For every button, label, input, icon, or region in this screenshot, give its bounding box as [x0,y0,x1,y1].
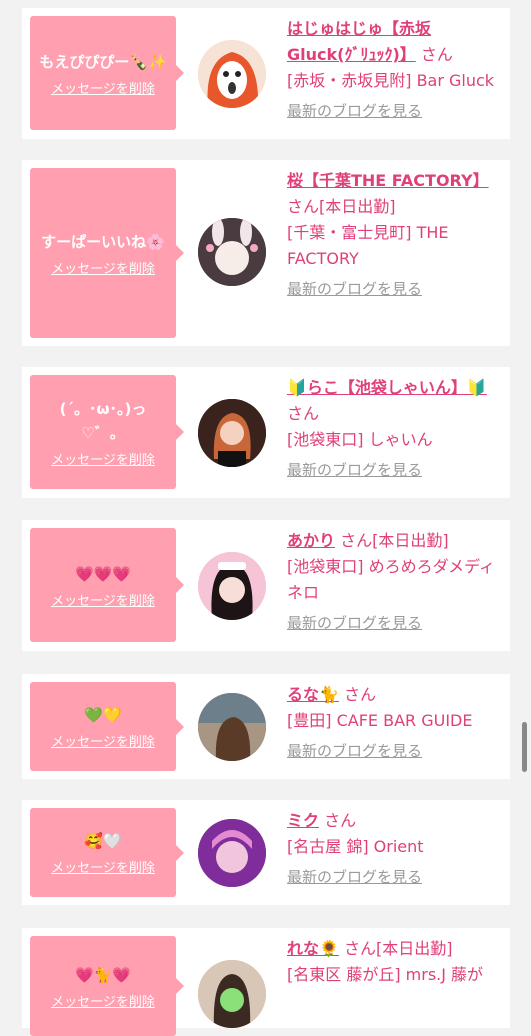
honorific: さん [344,685,377,704]
honorific: さん [287,404,320,423]
sender-info: るな🐈 さん [豊田] CAFE BAR GUIDE 最新のブログを見る [287,682,502,764]
message-bubble: 💗🐈💗 メッセージを削除 [30,936,184,1036]
message-card: (´。･ω･。)っ♡゛。 メッセージを削除 🔰らこ【池袋しゃいん】🔰 さん [池… [22,367,510,498]
message-text: すーぱーいいね🌸 [41,232,165,251]
honorific: さん [344,939,377,958]
message-card: 💚💛 メッセージを削除 るな🐈 さん [豊田] CAFE BAR GUIDE 最… [22,674,510,779]
latest-blog-link[interactable]: 最新のブログを見る [287,738,502,764]
message-bubble: 💚💛 メッセージを削除 [30,682,184,771]
latest-blog-link[interactable]: 最新のブログを見る [287,457,502,483]
message-bubble: すーぱーいいね🌸 メッセージを削除 [30,168,184,338]
message-text: 💗💗💗 [74,564,132,583]
latest-blog-link[interactable]: 最新のブログを見る [287,276,502,302]
shop-label: [池袋東口] しゃいん [287,430,433,449]
latest-blog-link[interactable]: 最新のブログを見る [287,610,502,636]
message-bubble: 💗💗💗 メッセージを削除 [30,528,184,642]
delete-message-link[interactable]: メッセージを削除 [51,449,155,468]
message-text: 🥰🤍 [84,832,122,850]
sender-name-link[interactable]: あかり [287,531,335,550]
shop-label: [豊田] CAFE BAR GUIDE [287,711,473,730]
avatar-photo-icon [198,399,266,467]
avatar[interactable] [198,960,266,1028]
avatar-photo-icon [198,218,266,286]
delete-message-link[interactable]: メッセージを削除 [51,590,155,609]
shop-label: [名古屋 錦] Orient [287,837,424,856]
honorific: さん [287,197,320,216]
sender-name-link[interactable]: 🔰らこ【池袋しゃいん】🔰 [287,378,487,397]
status-label: [本日出勤] [319,197,396,216]
shop-label: [池袋東口] めろめろダメディネロ [287,557,495,602]
sender-name-link[interactable]: ミク [287,811,319,830]
scrollbar[interactable] [522,722,527,772]
shop-label: [名東区 藤が丘] mrs.J 藤が [287,965,484,984]
message-text: (´。･ω･。)っ♡゛。 [59,399,147,442]
sender-name-link[interactable]: はじゅはじゅ【赤坂Gluck(ｸﾞﾘｭｯｸ)】 [287,19,431,64]
sender-info: 桜【千葉THE FACTORY】 さん[本日出勤] [千葉・富士見町] THE … [287,168,502,302]
latest-blog-link[interactable]: 最新のブログを見る [287,864,502,890]
message-card: すーぱーいいね🌸 メッセージを削除 桜【千葉THE FACTORY】 さん[本日… [22,160,510,346]
avatar-photo-icon [198,552,266,620]
message-card: もえぴぴぴー🍾✨ メッセージを削除 はじゅはじゅ【赤坂Gluck(ｸﾞﾘｭｯｸ)… [22,8,510,139]
sender-name-link[interactable]: るな🐈 [287,685,339,704]
message-card: 🥰🤍 メッセージを削除 ミク さん [名古屋 錦] Orient 最新のブログを… [22,800,510,905]
avatar[interactable] [198,218,266,286]
honorific: さん [420,45,453,64]
message-text: 💚💛 [84,706,122,724]
avatar-photo-icon [198,960,266,1028]
delete-message-link[interactable]: メッセージを削除 [51,258,155,277]
latest-blog-link[interactable]: 最新のブログを見る [287,98,502,124]
delete-message-link[interactable]: メッセージを削除 [51,991,155,1010]
avatar-photo-icon [198,693,266,761]
message-text: もえぴぴぴー🍾✨ [39,52,167,71]
avatar-illustration-icon [198,40,266,108]
message-text: 💗🐈💗 [74,965,132,984]
avatar[interactable] [198,40,266,108]
sender-info: 🔰らこ【池袋しゃいん】🔰 さん [池袋東口] しゃいん 最新のブログを見る [287,375,502,483]
avatar[interactable] [198,552,266,620]
sender-name-link[interactable]: れな🌻 [287,939,339,958]
message-card: 💗🐈💗 メッセージを削除 れな🌻 さん[本日出勤] [名東区 藤が丘] mrs.… [22,928,510,1036]
shop-label: [千葉・富士見町] THE FACTORY [287,223,449,268]
sender-info: れな🌻 さん[本日出勤] [名東区 藤が丘] mrs.J 藤が [287,936,502,988]
honorific: さん [324,811,357,830]
avatar[interactable] [198,693,266,761]
delete-message-link[interactable]: メッセージを削除 [51,857,155,876]
avatar[interactable] [198,399,266,467]
honorific: さん [340,531,373,550]
sender-name-link[interactable]: 桜【千葉THE FACTORY】 [287,171,489,190]
sender-info: あかり さん[本日出勤] [池袋東口] めろめろダメディネロ 最新のブログを見る [287,528,502,636]
message-bubble: 🥰🤍 メッセージを削除 [30,808,184,897]
delete-message-link[interactable]: メッセージを削除 [51,78,155,97]
avatar-photo-icon [198,819,266,887]
sender-info: はじゅはじゅ【赤坂Gluck(ｸﾞﾘｭｯｸ)】 さん [赤坂・赤坂見附] Bar… [287,16,502,124]
sender-info: ミク さん [名古屋 錦] Orient 最新のブログを見る [287,808,502,890]
message-bubble: (´。･ω･。)っ♡゛。 メッセージを削除 [30,375,184,489]
shop-label: [赤坂・赤坂見附] Bar Gluck [287,71,495,90]
status-label: [本日出勤] [372,531,449,550]
status-label: [本日出勤] [376,939,453,958]
avatar[interactable] [198,819,266,887]
message-card: 💗💗💗 メッセージを削除 あかり さん[本日出勤] [池袋東口] めろめろダメデ… [22,520,510,651]
message-bubble: もえぴぴぴー🍾✨ メッセージを削除 [30,16,184,130]
delete-message-link[interactable]: メッセージを削除 [51,731,155,750]
